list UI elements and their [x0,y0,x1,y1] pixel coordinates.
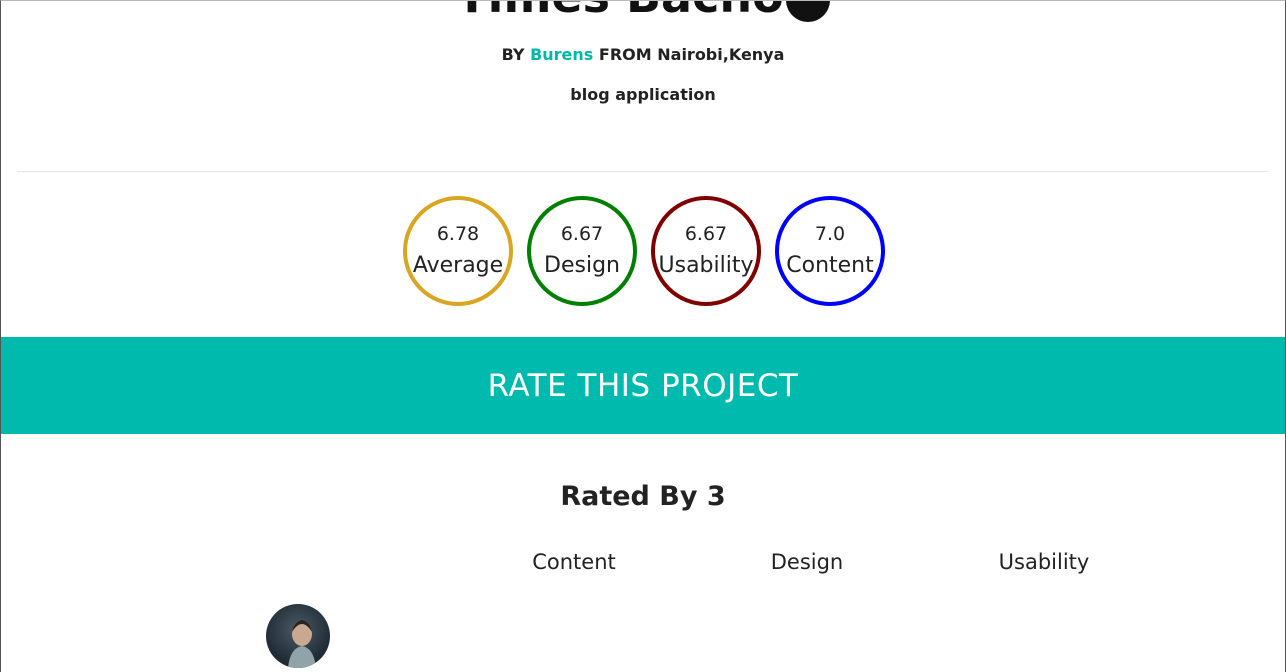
score-content-label: Content [786,253,874,278]
score-usability-label: Usability [658,253,754,278]
score-design-label: Design [544,253,620,278]
divider [17,171,1269,172]
column-header-design: Design [770,550,844,574]
column-header-content: Content [532,550,616,574]
score-average: 6.78 Average [403,196,513,306]
rate-project-button[interactable]: RATE THIS PROJECT [1,337,1285,434]
score-design-value: 6.67 [560,223,604,245]
rated-by-heading: Rated By 3 [560,481,726,512]
avatar-image [288,620,316,668]
verified-badge-icon [785,1,830,22]
score-usability-value: 6.67 [684,223,728,245]
project-title: Times Bacho [1,1,1285,23]
byline: BY Burens FROM Nairobi,Kenya [1,45,1285,64]
project-title-text: Times Bacho [456,1,783,23]
project-page: Times Bacho BY Burens FROM Nairobi,Kenya… [0,0,1286,672]
score-average-label: Average [412,253,504,278]
author-link[interactable]: Burens [530,45,593,64]
score-content-value: 7.0 [814,223,846,245]
score-average-value: 6.78 [436,223,480,245]
score-usability: 6.67 Usability [651,196,761,306]
score-circles: 6.78 Average 6.67 Design 6.67 Usability … [403,196,885,306]
rater-avatar[interactable] [266,604,330,668]
byline-prefix: BY [501,45,525,64]
byline-location: FROM Nairobi,Kenya [598,45,785,64]
column-header-usability: Usability [998,550,1090,574]
score-content: 7.0 Content [775,196,885,306]
score-design: 6.67 Design [527,196,637,306]
project-description: blog application [570,85,716,104]
